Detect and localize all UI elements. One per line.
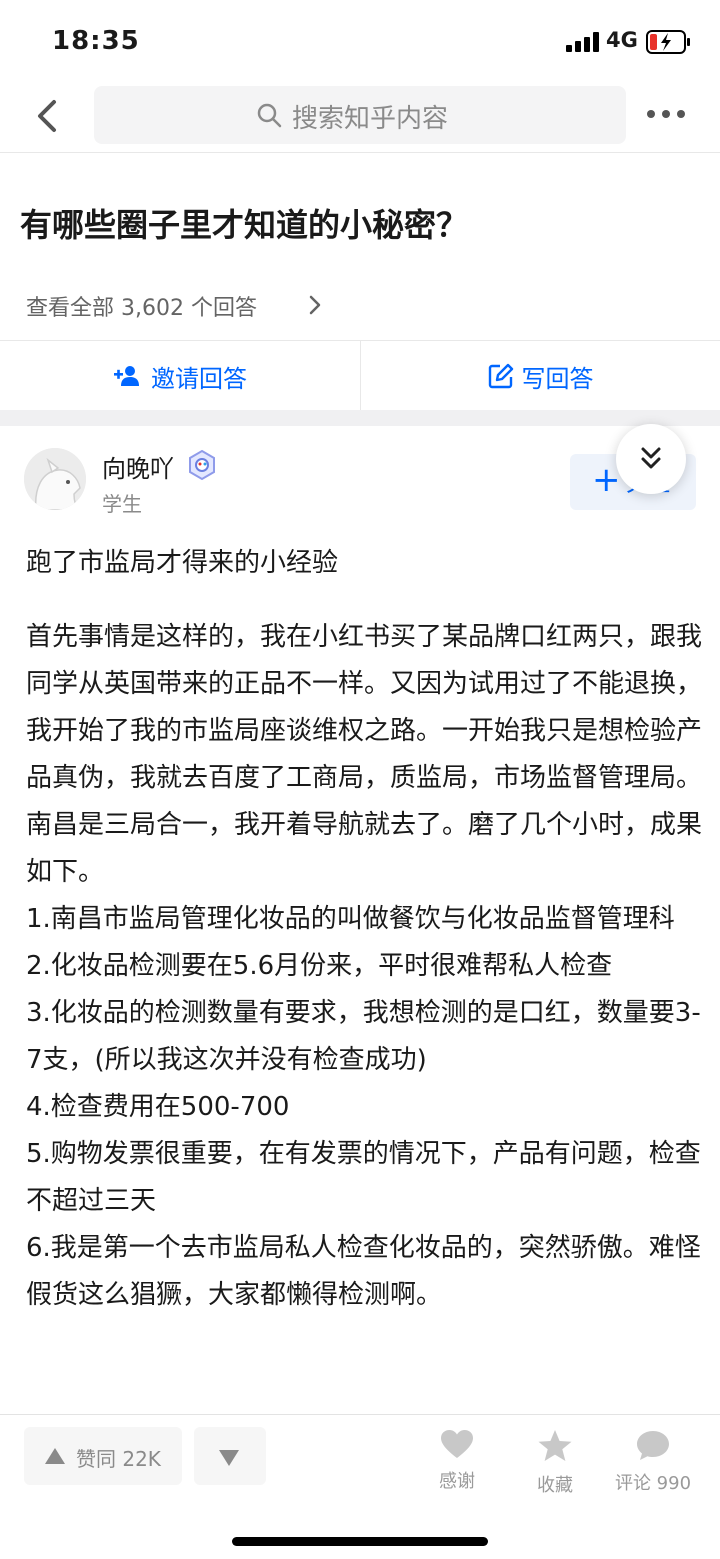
write-answer-button[interactable]: 写回答 (361, 341, 720, 411)
search-box[interactable]: 搜索知乎内容 (94, 86, 626, 144)
thanks-button[interactable]: 感谢 (412, 1429, 502, 1493)
answer-summary: 跑了市监局才得来的小经验 (26, 548, 339, 578)
signal-icon (566, 32, 599, 52)
section-separator (0, 410, 720, 426)
view-all-answers[interactable]: 查看全部 3,602 个回答 (26, 290, 257, 322)
search-icon (257, 103, 282, 128)
invite-answer-label: 邀请回答 (151, 364, 247, 393)
invite-answer-button[interactable]: 邀请回答 (0, 341, 360, 411)
battery-icon (646, 30, 690, 54)
badge-icon (189, 449, 215, 481)
heart-icon (441, 1430, 473, 1458)
question-actions: 邀请回答 写回答 (0, 340, 720, 411)
answer-content[interactable]: 首先事情是这样的，我在小红书买了某品牌口红两只，跟我同学从英国带来的正品不一样。… (26, 614, 702, 1319)
answer-paragraph: 5.购物发票很重要，在有发票的情况下，产品有问题，检查不超过三天 (26, 1139, 701, 1216)
search-placeholder: 搜索知乎内容 (292, 104, 449, 134)
back-icon[interactable] (30, 96, 70, 136)
answer-paragraph: 3.化妆品的检测数量有要求，我想检测的是口红，数量要3-7支，(所以我这次并没有… (26, 998, 701, 1075)
home-indicator (232, 1537, 488, 1546)
avatar[interactable] (24, 448, 86, 510)
network-type: 4G (606, 28, 638, 52)
favorite-label: 收藏 (537, 1475, 573, 1496)
favorite-button[interactable]: 收藏 (510, 1429, 600, 1497)
write-answer-label: 写回答 (521, 364, 594, 393)
author-role: 学生 (102, 492, 142, 516)
downvote-button[interactable] (194, 1427, 266, 1485)
bottom-action-bar: 赞同 22K 感谢 收藏 评论 990 (0, 1414, 720, 1559)
comment-button[interactable]: 评论 990 (608, 1429, 698, 1495)
author-name[interactable]: 向晚吖 (102, 449, 174, 484)
answer-paragraph: 6.我是第一个去市监局私人检查化妆品的，突然骄傲。难怪假货这么猖獗，大家都懒得检… (26, 1233, 701, 1310)
more-icon[interactable] (646, 102, 686, 126)
answer-paragraph: 首先事情是这样的，我在小红书买了某品牌口红两只，跟我同学从英国带来的正品不一样。… (26, 622, 703, 887)
status-time: 18:35 (52, 26, 140, 56)
nav-divider (0, 152, 720, 153)
edit-icon (488, 363, 513, 389)
status-bar: 18:35 4G (0, 0, 720, 86)
thanks-label: 感谢 (439, 1471, 475, 1492)
triangle-down-icon (219, 1450, 239, 1466)
answer-paragraph: 1.南昌市监局管理化妆品的叫做餐饮与化妆品监督管理科 (26, 904, 675, 934)
collapse-button[interactable] (616, 424, 686, 494)
triangle-up-icon (45, 1448, 65, 1464)
nav-bar: 搜索知乎内容 (0, 86, 720, 152)
upvote-button[interactable]: 赞同 22K (24, 1427, 182, 1485)
avatar-image (24, 448, 86, 510)
add-user-icon (114, 366, 139, 386)
star-icon (538, 1430, 572, 1461)
answer-paragraph: 2.化妆品检测要在5.6月份来，平时很难帮私人检查 (26, 951, 613, 981)
question-title[interactable]: 有哪些圈子里才知道的小秘密？ (20, 200, 468, 246)
double-chevron-down-icon (641, 447, 661, 469)
comment-label: 评论 990 (614, 1473, 692, 1494)
answer-paragraph: 4.检查费用在500-700 (26, 1092, 290, 1122)
chevron-right-icon[interactable] (306, 294, 324, 316)
comment-icon (637, 1431, 669, 1460)
upvote-label: 赞同 22K (76, 1447, 161, 1471)
